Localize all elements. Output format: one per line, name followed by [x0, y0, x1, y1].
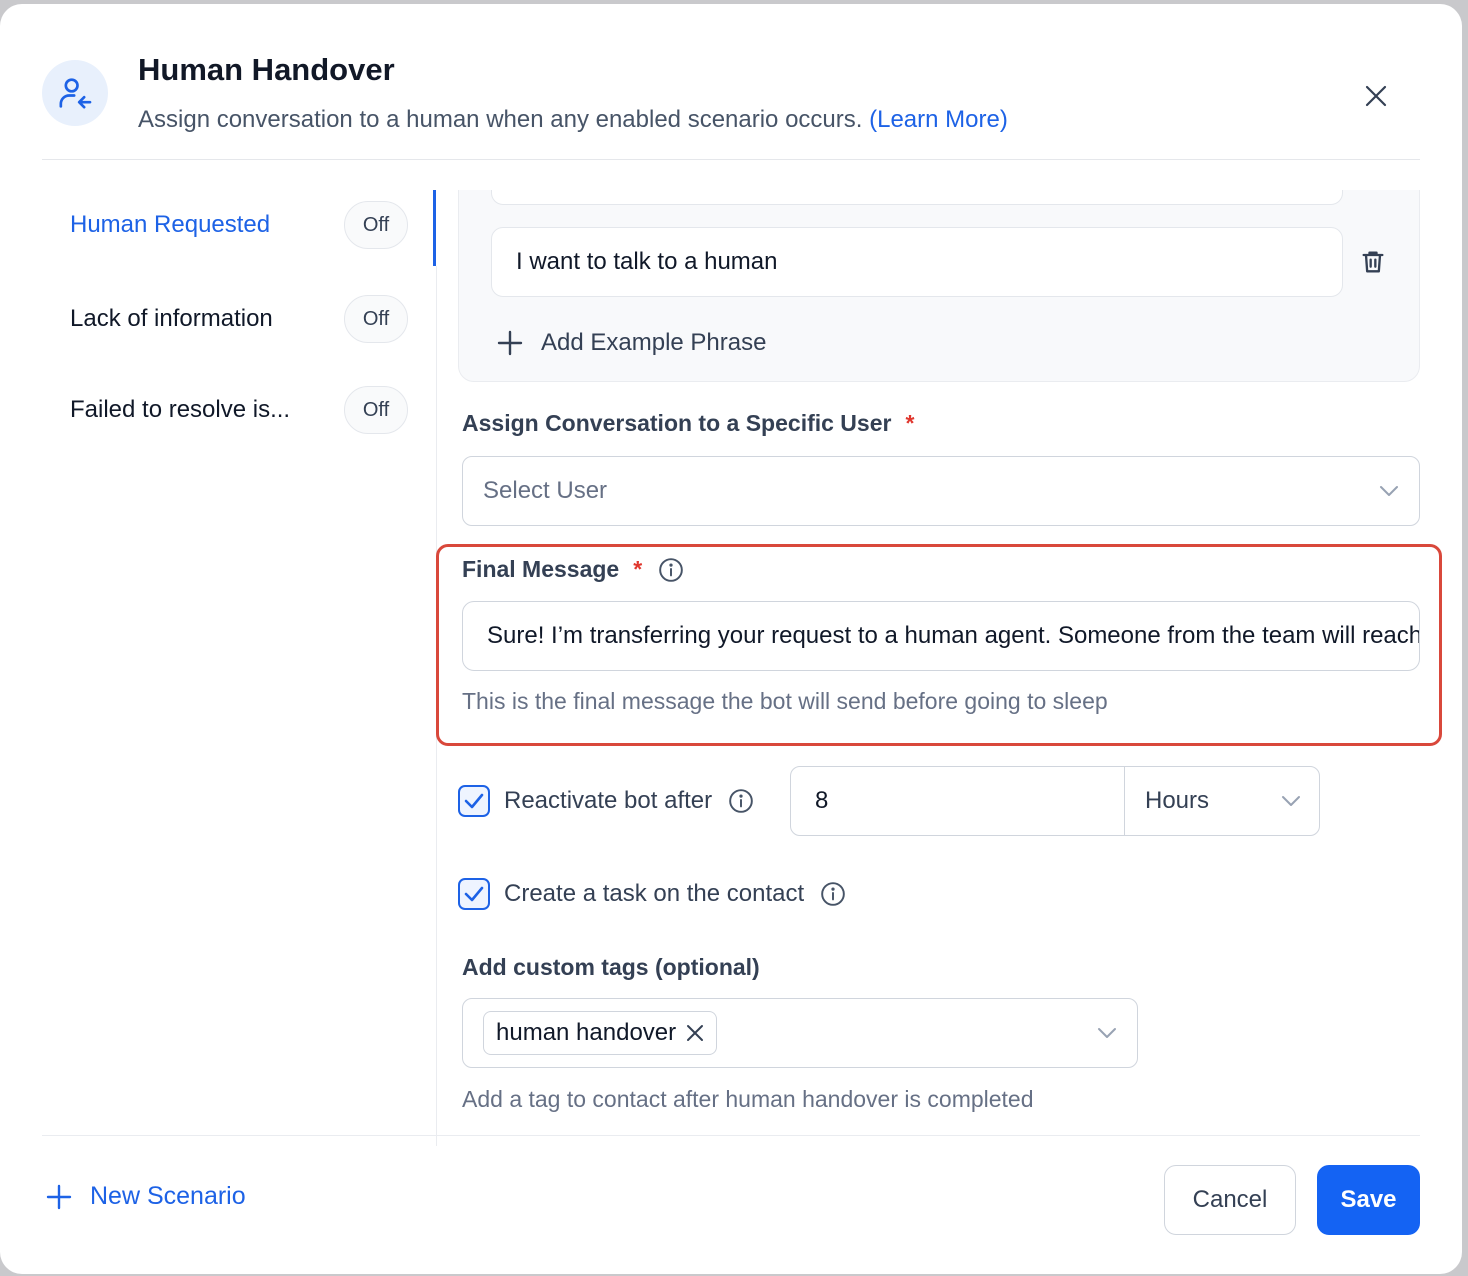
footer-divider	[42, 1135, 1420, 1136]
status-badge[interactable]: Off	[344, 295, 408, 343]
sidebar-item-lack-of-information[interactable]: Lack of information Off	[70, 294, 410, 344]
tag-chip: human handover	[483, 1011, 718, 1055]
modal-title: Human Handover	[138, 52, 395, 87]
example-phrases-panel: I want to talk to a human Add Example Ph…	[458, 190, 1420, 382]
final-message-label: Final Message *	[462, 556, 684, 583]
final-message-label-text: Final Message	[462, 556, 620, 582]
final-message-hint: This is the final message the bot will s…	[462, 688, 1108, 714]
create-task-label: Create a task on the contact	[504, 880, 805, 907]
assign-user-label-text: Assign Conversation to a Specific User	[462, 410, 892, 436]
new-scenario-label: New Scenario	[90, 1182, 246, 1210]
info-icon[interactable]	[658, 557, 684, 583]
save-button[interactable]: Save	[1317, 1165, 1420, 1235]
add-phrase-label: Add Example Phrase	[541, 329, 767, 356]
example-phrase-input[interactable]: I want to talk to a human	[491, 227, 1343, 297]
custom-tags-select[interactable]: human handover	[462, 998, 1138, 1068]
custom-tags-hint: Add a tag to contact after human handove…	[462, 1086, 1034, 1112]
required-marker: *	[633, 556, 643, 582]
status-badge[interactable]: Off	[344, 386, 408, 434]
select-user-dropdown[interactable]: Select User	[462, 456, 1420, 526]
checkmark-icon	[464, 886, 484, 902]
create-task-row: Create a task on the contact	[458, 878, 846, 910]
status-badge[interactable]: Off	[344, 201, 408, 249]
remove-tag-icon[interactable]	[686, 1024, 704, 1042]
sidebar-item-label: Human Requested	[70, 211, 271, 238]
reactivate-bot-checkbox[interactable]	[458, 785, 490, 817]
plus-icon	[46, 1184, 72, 1209]
chevron-down-icon	[1098, 1028, 1116, 1038]
create-task-checkbox[interactable]	[458, 878, 490, 910]
sidebar-item-label: Failed to resolve is...	[70, 396, 291, 423]
reactivate-value-input[interactable]: 8	[791, 767, 1125, 835]
learn-more-link[interactable]: (Learn More)	[869, 106, 1008, 133]
chevron-down-icon	[1380, 486, 1398, 496]
sidebar-item-human-requested[interactable]: Human Requested Off	[70, 200, 410, 250]
delete-phrase-button[interactable]	[1355, 244, 1391, 280]
header-divider	[42, 159, 1420, 160]
human-handover-modal: Human Handover Assign conversation to a …	[0, 4, 1462, 1274]
reactivate-bot-row: Reactivate bot after	[458, 785, 754, 817]
info-icon[interactable]	[728, 788, 754, 814]
reactivate-duration: 8 Hours	[790, 766, 1320, 836]
select-user-placeholder: Select User	[483, 477, 608, 504]
add-example-phrase-button[interactable]: Add Example Phrase	[497, 329, 766, 357]
reactivate-unit-value: Hours	[1145, 787, 1210, 814]
plus-icon	[497, 330, 523, 356]
sidebar-item-label: Lack of information	[70, 305, 273, 332]
chevron-down-icon	[1282, 796, 1300, 806]
final-message-value: Sure! I’m transferring your request to a…	[487, 622, 1420, 649]
info-icon[interactable]	[820, 881, 846, 907]
final-message-input[interactable]: Sure! I’m transferring your request to a…	[462, 601, 1420, 671]
trash-icon	[1362, 251, 1384, 273]
custom-tags-label: Add custom tags (optional)	[462, 954, 760, 980]
close-icon	[1365, 85, 1387, 107]
tag-label: human handover	[496, 1019, 677, 1046]
reactivate-bot-label: Reactivate bot after	[504, 787, 713, 814]
cancel-button[interactable]: Cancel	[1164, 1165, 1296, 1235]
new-scenario-button[interactable]: New Scenario	[46, 1182, 246, 1211]
sidebar-active-indicator	[433, 190, 436, 266]
modal-subtitle: Assign conversation to a human when any …	[138, 106, 1008, 134]
close-button[interactable]	[1356, 76, 1396, 116]
required-marker: *	[905, 410, 915, 436]
user-handover-icon	[42, 60, 108, 126]
reactivate-unit-dropdown[interactable]: Hours	[1125, 767, 1321, 835]
checkmark-icon	[464, 793, 484, 809]
assign-user-label: Assign Conversation to a Specific User *	[462, 410, 914, 437]
example-phrase-input[interactable]	[491, 190, 1343, 205]
sidebar-item-failed-to-resolve[interactable]: Failed to resolve is... Off	[70, 385, 410, 435]
subtitle-text: Assign conversation to a human when any …	[138, 106, 863, 133]
